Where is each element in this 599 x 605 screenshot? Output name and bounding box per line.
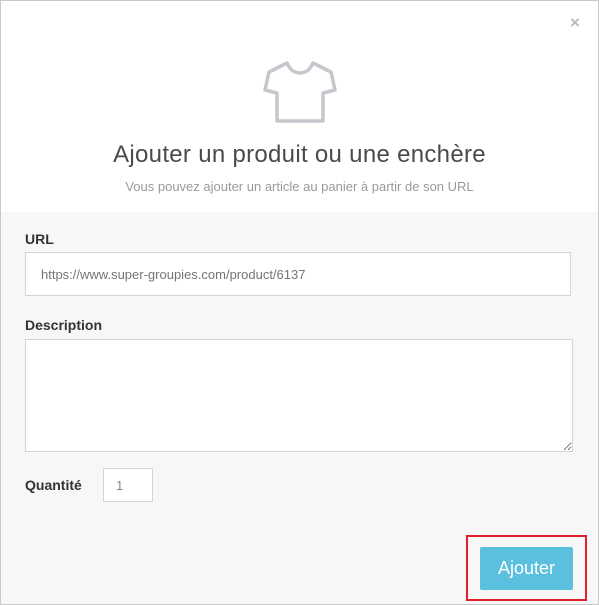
add-button[interactable]: Ajouter: [480, 547, 573, 590]
modal-title: Ajouter un produit ou une enchère: [113, 141, 486, 168]
description-textarea[interactable]: [25, 339, 573, 452]
modal-subtitle: Vous pouvez ajouter un article au panier…: [125, 179, 474, 194]
url-input[interactable]: [25, 252, 571, 296]
add-product-modal: × Ajouter un produit ou une enchère Vous…: [0, 0, 599, 605]
modal-header: × Ajouter un produit ou une enchère Vous…: [1, 1, 598, 212]
tshirt-icon: [263, 61, 337, 123]
url-label: URL: [25, 231, 54, 247]
quantity-input[interactable]: [103, 468, 153, 502]
modal-body: URL Description Quantité Ajouter: [1, 212, 598, 604]
description-label: Description: [25, 317, 103, 333]
quantity-label: Quantité: [25, 477, 82, 493]
close-icon[interactable]: ×: [566, 14, 584, 32]
